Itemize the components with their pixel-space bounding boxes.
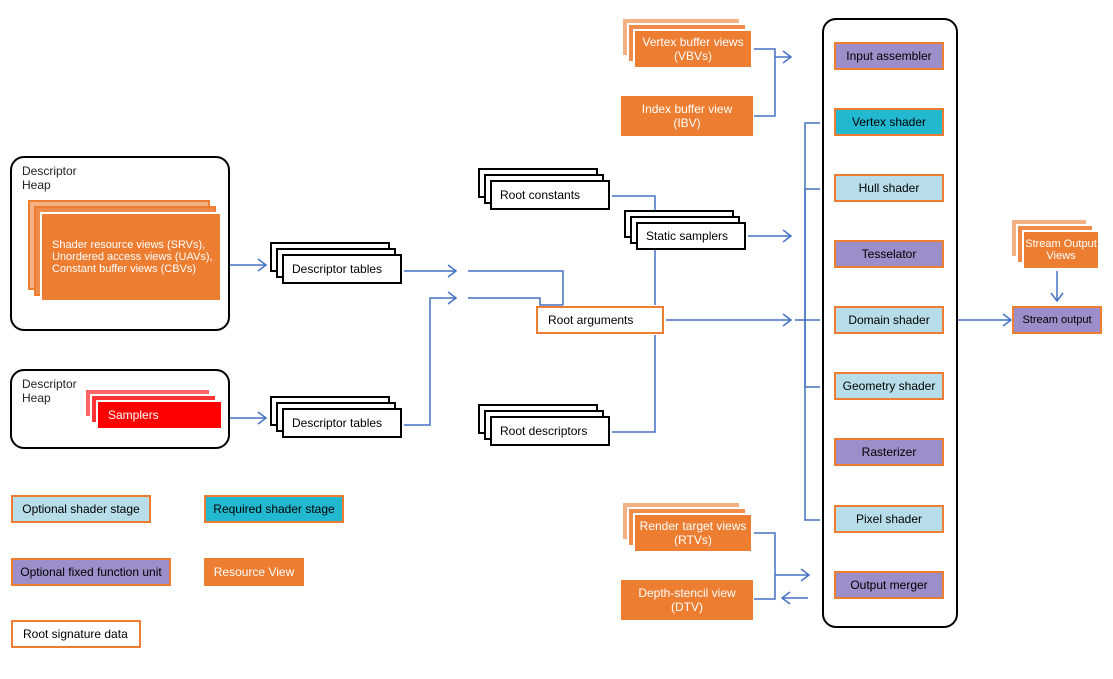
rtv-label: Render target views (RTVs) — [633, 513, 753, 553]
stream-output-views-stack: Stream Output Views — [1022, 230, 1100, 270]
hull-shader: Hull shader — [834, 174, 944, 202]
descriptor-tables-2-label: Descriptor tables — [282, 408, 402, 438]
legend-resource-view: Resource View — [204, 558, 304, 586]
descriptor-heap-1-title: Descriptor Heap — [22, 164, 77, 192]
descriptor-tables-1-label: Descriptor tables — [282, 254, 402, 284]
root-constants-stack: Root constants — [490, 180, 610, 210]
root-constants-label: Root constants — [490, 180, 610, 210]
root-descriptors-label: Root descriptors — [490, 416, 610, 446]
legend-optional-shader: Optional shader stage — [11, 495, 151, 523]
rtv-stack: Render target views (RTVs) — [633, 513, 753, 553]
static-samplers-label: Static samplers — [636, 222, 746, 250]
static-samplers-stack: Static samplers — [636, 222, 746, 250]
rasterizer: Rasterizer — [834, 438, 944, 466]
descriptor-tables-1-stack: Descriptor tables — [282, 254, 402, 284]
legend-required-shader: Required shader stage — [204, 495, 344, 523]
descriptor-tables-2-stack: Descriptor tables — [282, 408, 402, 438]
srv-uav-cbv-label: Shader resource views (SRVs), Unordered … — [40, 212, 222, 302]
stream-output-views-label: Stream Output Views — [1022, 230, 1100, 270]
tesselator: Tesselator — [834, 240, 944, 268]
pixel-shader: Pixel shader — [834, 505, 944, 533]
ibv-box: Index buffer view (IBV) — [621, 96, 753, 136]
samplers-stack: Samplers — [96, 400, 223, 430]
domain-shader: Domain shader — [834, 306, 944, 334]
root-arguments: Root arguments — [536, 306, 664, 334]
descriptor-heap-2-title: Descriptor Heap — [22, 377, 77, 405]
input-assembler: Input assembler — [834, 42, 944, 70]
samplers-label: Samplers — [96, 400, 223, 430]
root-descriptors-stack: Root descriptors — [490, 416, 610, 446]
output-merger: Output merger — [834, 571, 944, 599]
legend-root-sig: Root signature data — [11, 620, 141, 648]
diagram-canvas: Descriptor Heap Shader resource views (S… — [0, 0, 1113, 679]
vbv-label: Vertex buffer views (VBVs) — [633, 29, 753, 69]
geometry-shader: Geometry shader — [834, 372, 944, 400]
legend-optional-fixed: Optional fixed function unit — [11, 558, 171, 586]
vbv-stack: Vertex buffer views (VBVs) — [633, 29, 753, 69]
vertex-shader: Vertex shader — [834, 108, 944, 136]
srv-uav-cbv-stack: Shader resource views (SRVs), Unordered … — [40, 212, 222, 302]
dtv-box: Depth-stencil view (DTV) — [621, 580, 753, 620]
stream-output: Stream output — [1012, 306, 1102, 334]
